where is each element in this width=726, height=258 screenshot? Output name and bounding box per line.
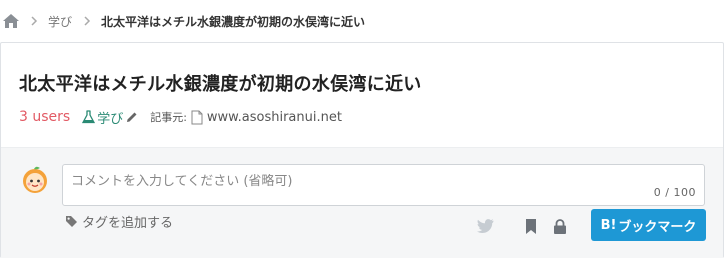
- bookmark-button[interactable]: B! ブックマーク: [591, 209, 706, 241]
- bookmark-icon[interactable]: [525, 219, 537, 234]
- chevron-right-icon: [84, 16, 91, 26]
- breadcrumb-current: 北太平洋はメチル水銀濃度が初期の水俣湾に近い: [101, 14, 366, 29]
- breadcrumb-category[interactable]: 学び: [48, 13, 72, 30]
- home-icon[interactable]: [3, 14, 19, 28]
- bookmark-button-label: ブックマーク: [618, 219, 697, 235]
- entry-meta: 3 users 学び 記事元: www.asoshiranui.net: [19, 107, 342, 127]
- source-label: 記事元:: [150, 111, 187, 124]
- source-domain-link[interactable]: www.asoshiranui.net: [207, 110, 342, 125]
- bookmark-button-prefix: B!: [600, 217, 617, 233]
- char-count: 0 / 100: [653, 186, 696, 199]
- lock-icon[interactable]: [553, 219, 567, 234]
- users-count[interactable]: 3 users: [19, 109, 70, 125]
- avatar[interactable]: [21, 166, 49, 194]
- flask-icon: [82, 110, 96, 124]
- document-icon: [191, 110, 203, 125]
- comment-input[interactable]: [71, 174, 631, 189]
- comment-area: 0 / 100 タグを追加する B! ブックマーク: [1, 147, 723, 258]
- tag-icon: [65, 215, 78, 228]
- add-tag-label: タグを追加する: [82, 216, 174, 231]
- pencil-icon[interactable]: [126, 111, 138, 123]
- entry-title[interactable]: 北太平洋はメチル水銀濃度が初期の水俣湾に近い: [19, 70, 422, 96]
- breadcrumb: 学び 北太平洋はメチル水銀濃度が初期の水俣湾に近い: [0, 0, 726, 42]
- comment-box: 0 / 100: [62, 164, 705, 206]
- chevron-right-icon: [31, 16, 38, 26]
- twitter-icon[interactable]: [477, 219, 494, 233]
- add-tag-button[interactable]: タグを追加する: [65, 212, 173, 231]
- entry-card: 北太平洋はメチル水銀濃度が初期の水俣湾に近い 3 users 学び 記事元: w…: [0, 42, 724, 258]
- category-link[interactable]: 学び: [97, 108, 123, 127]
